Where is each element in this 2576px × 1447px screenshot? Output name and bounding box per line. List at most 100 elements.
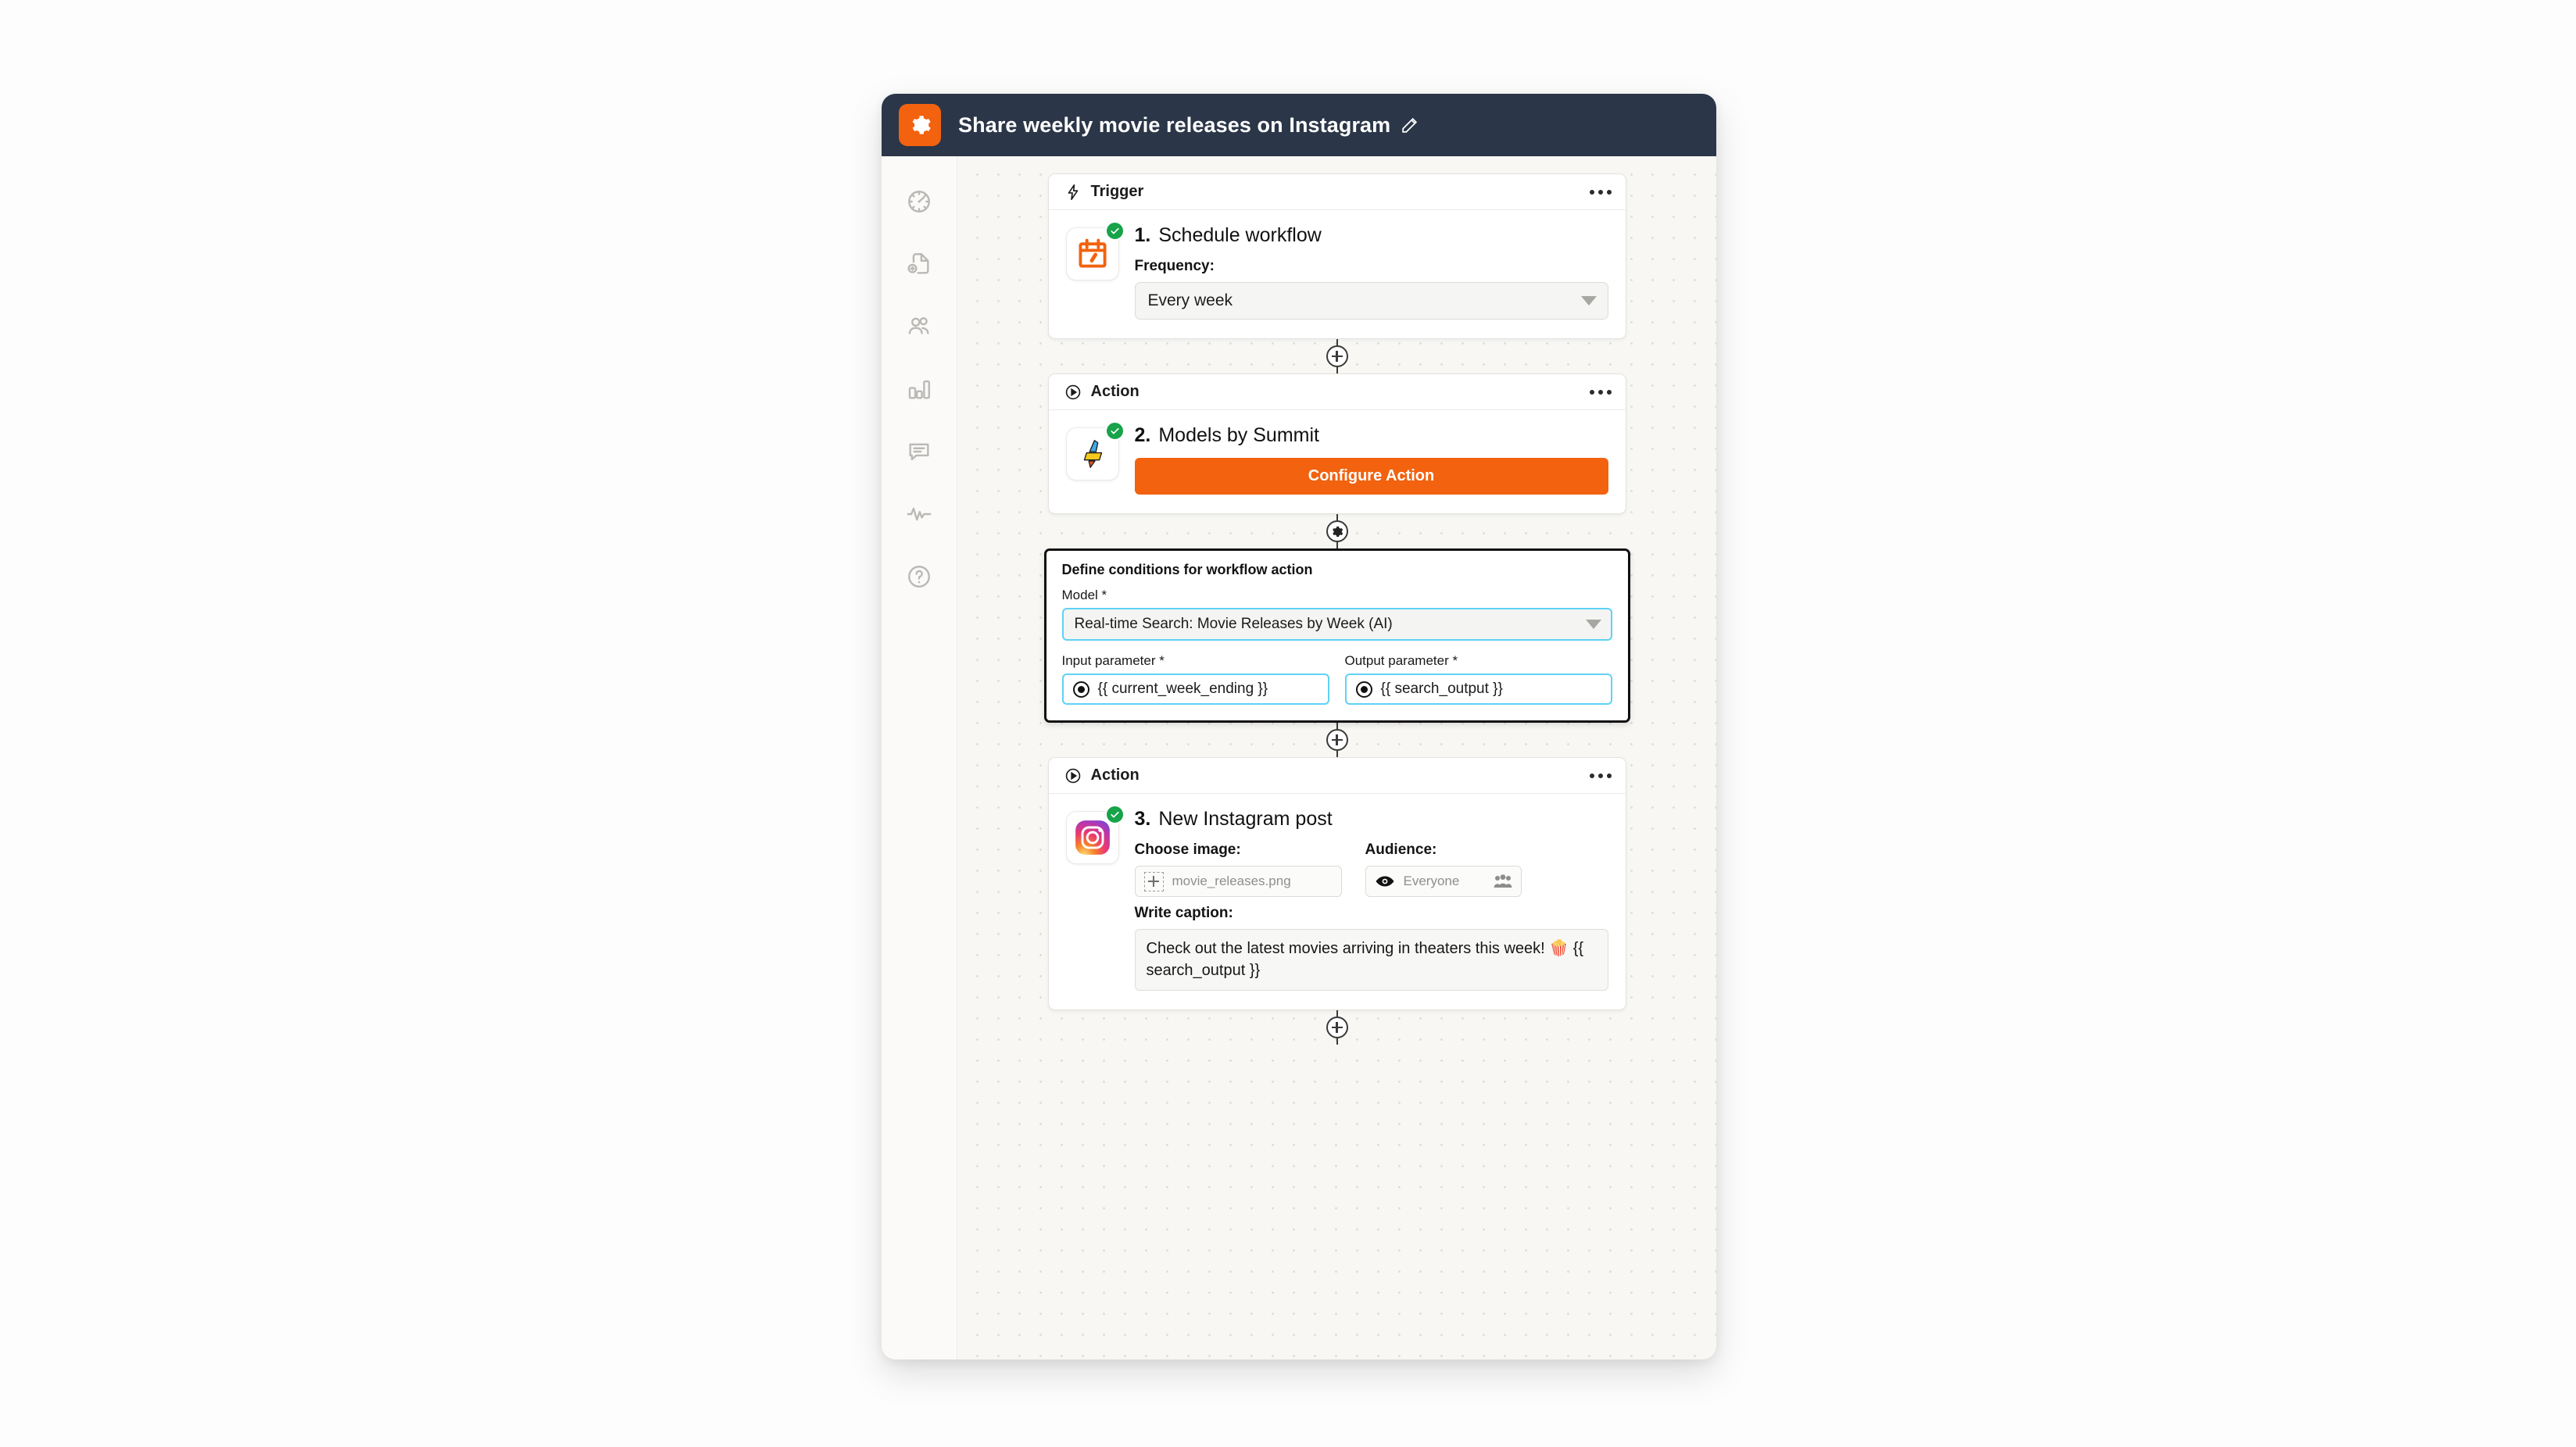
sidebar-item-help[interactable] [897, 558, 941, 598]
play-circle-icon [1064, 384, 1082, 401]
action-3-step-number: 3. [1134, 808, 1151, 830]
caption-textarea[interactable]: Check out the latest movies arriving in … [1134, 929, 1608, 991]
choose-image-group: Choose image: movie_releases.png [1134, 841, 1342, 897]
choose-image-label: Choose image: [1134, 841, 1241, 858]
configure-action-button[interactable]: Configure Action [1134, 458, 1608, 495]
left-sidebar [882, 156, 957, 1359]
audience-field[interactable]: Everyone [1365, 866, 1522, 897]
plus-circle-icon[interactable] [1326, 345, 1348, 367]
radio-selected-icon [1355, 681, 1372, 698]
action-card-2-header: Action [1048, 374, 1626, 410]
output-parameter-label: Output parameter * [1344, 653, 1458, 668]
action-2-step-number: 2. [1134, 424, 1151, 446]
connector-1 [1326, 339, 1348, 373]
image-audience-row: Choose image: movie_releases.png Audienc… [1134, 841, 1608, 897]
check-circle-icon [1104, 805, 1125, 824]
screen: Share weekly movie releases on Instagram [0, 0, 2576, 1447]
conditions-panel-title: Define conditions for workflow action [1061, 562, 1313, 577]
check-circle-icon [1104, 421, 1125, 441]
audience-value: Everyone [1403, 874, 1460, 888]
trigger-card-body: 1. Schedule workflow Frequency: Every wee… [1049, 210, 1626, 338]
radio-selected-icon [1072, 681, 1089, 698]
sidebar-item-reports[interactable] [897, 370, 941, 411]
action-card-2-body: 2. Models by Summit Configure Action [1049, 410, 1626, 513]
people-icon [906, 313, 932, 344]
action-card-3-header: Action [1048, 758, 1626, 794]
trigger-step-title: 1. Schedule workflow [1135, 224, 1608, 247]
trigger-app-icon-wrap [1065, 221, 1125, 320]
gear-circle-icon[interactable] [1326, 520, 1348, 542]
window-titlebar: Share weekly movie releases on Instagram [882, 94, 1716, 156]
connector-4 [1326, 1010, 1348, 1045]
sidebar-item-new-document[interactable] [897, 245, 941, 286]
action-card-2-main: 2. Models by Summit Configure Action [1134, 424, 1608, 495]
plus-circle-icon[interactable] [1326, 729, 1348, 751]
check-circle-icon [1104, 221, 1125, 241]
model-value: Real-time Search: Movie Releases by Week… [1074, 616, 1393, 632]
eye-icon [1375, 874, 1395, 889]
output-parameter-field[interactable]: {{ search_output }} [1344, 673, 1612, 705]
help-circle-icon [906, 563, 932, 594]
chevron-down-icon [1580, 296, 1597, 305]
choose-image-value: movie_releases.png [1172, 874, 1291, 888]
input-parameter-field[interactable]: {{ current_week_ending }} [1061, 673, 1329, 705]
connector-2 [1326, 514, 1348, 548]
caption-label: Write caption: [1134, 905, 1233, 921]
action-2-step-title: 2. Models by Summit [1135, 424, 1608, 447]
plus-circle-icon[interactable] [1326, 1016, 1348, 1039]
gear-icon [899, 104, 941, 146]
frequency-select[interactable]: Every week [1134, 282, 1608, 320]
workflow-node-list: Trigger 1. Schedule workflow Frequency: … [957, 156, 1716, 1045]
play-circle-icon [1064, 767, 1082, 784]
sidebar-item-activity[interactable] [897, 495, 941, 536]
sidebar-item-messages[interactable] [897, 433, 941, 473]
parameter-row: Input parameter * {{ current_week_ending… [1061, 653, 1612, 705]
ellipsis-icon[interactable] [1589, 773, 1612, 778]
action-2-step-name: Models by Summit [1158, 424, 1319, 446]
trigger-card-header: Trigger [1048, 174, 1626, 210]
connector-3 [1326, 723, 1348, 757]
ellipsis-icon[interactable] [1589, 389, 1612, 395]
workflow-app-window: Share weekly movie releases on Instagram [882, 94, 1716, 1359]
pencil-icon[interactable] [1400, 116, 1419, 135]
trigger-card-main: 1. Schedule workflow Frequency: Every wee… [1134, 224, 1608, 320]
trigger-card[interactable]: Trigger 1. Schedule workflow Frequency: … [1047, 173, 1626, 339]
chevron-down-icon [1585, 620, 1601, 629]
input-parameter-group: Input parameter * {{ current_week_ending… [1061, 653, 1329, 705]
chat-bubble-icon [906, 438, 932, 469]
people-group-icon [1494, 874, 1512, 889]
frequency-value: Every week [1147, 291, 1233, 309]
workflow-canvas[interactable]: Trigger 1. Schedule workflow Frequency: … [957, 156, 1716, 1359]
add-image-icon[interactable] [1143, 871, 1164, 891]
model-label: Model * [1061, 588, 1107, 602]
model-select[interactable]: Real-time Search: Movie Releases by Week… [1061, 608, 1612, 641]
sidebar-item-contacts[interactable] [897, 308, 941, 348]
conditions-panel[interactable]: Define conditions for workflow action Mo… [1043, 548, 1630, 723]
frequency-label: Frequency: [1134, 258, 1215, 274]
action-card-2[interactable]: Action 2. Models by Summit Configure Act… [1047, 373, 1626, 514]
sidebar-item-dashboard[interactable] [897, 183, 941, 223]
audience-label: Audience: [1365, 841, 1437, 858]
action-2-app-icon-wrap [1065, 421, 1125, 495]
action-card-3-label: Action [1090, 766, 1140, 784]
action-3-step-title: 3. New Instagram post [1135, 808, 1608, 831]
window-body: Trigger 1. Schedule workflow Frequency: … [882, 156, 1716, 1359]
document-add-icon [906, 251, 932, 281]
action-card-2-label: Action [1090, 383, 1140, 400]
output-parameter-group: Output parameter * {{ search_output }} [1344, 653, 1612, 705]
output-parameter-value: {{ search_output }} [1380, 681, 1503, 697]
activity-pulse-icon [906, 501, 932, 531]
action-card-3[interactable]: Action 3. New Instagram post Choose imag… [1047, 757, 1626, 1011]
action-card-3-body: 3. New Instagram post Choose image: movie… [1049, 794, 1626, 1009]
ellipsis-icon[interactable] [1589, 189, 1612, 195]
trigger-step-name: Schedule workflow [1158, 224, 1322, 246]
input-parameter-value: {{ current_week_ending }} [1097, 681, 1268, 697]
dashboard-gauge-icon [906, 188, 932, 219]
action-3-app-icon-wrap [1065, 805, 1125, 991]
choose-image-field[interactable]: movie_releases.png [1134, 866, 1342, 897]
trigger-card-label: Trigger [1090, 183, 1144, 200]
trigger-step-number: 1. [1134, 224, 1151, 246]
action-3-step-name: New Instagram post [1158, 808, 1333, 830]
page-title: Share weekly movie releases on Instagram [958, 113, 1391, 137]
lightning-bolt-icon [1064, 184, 1082, 201]
